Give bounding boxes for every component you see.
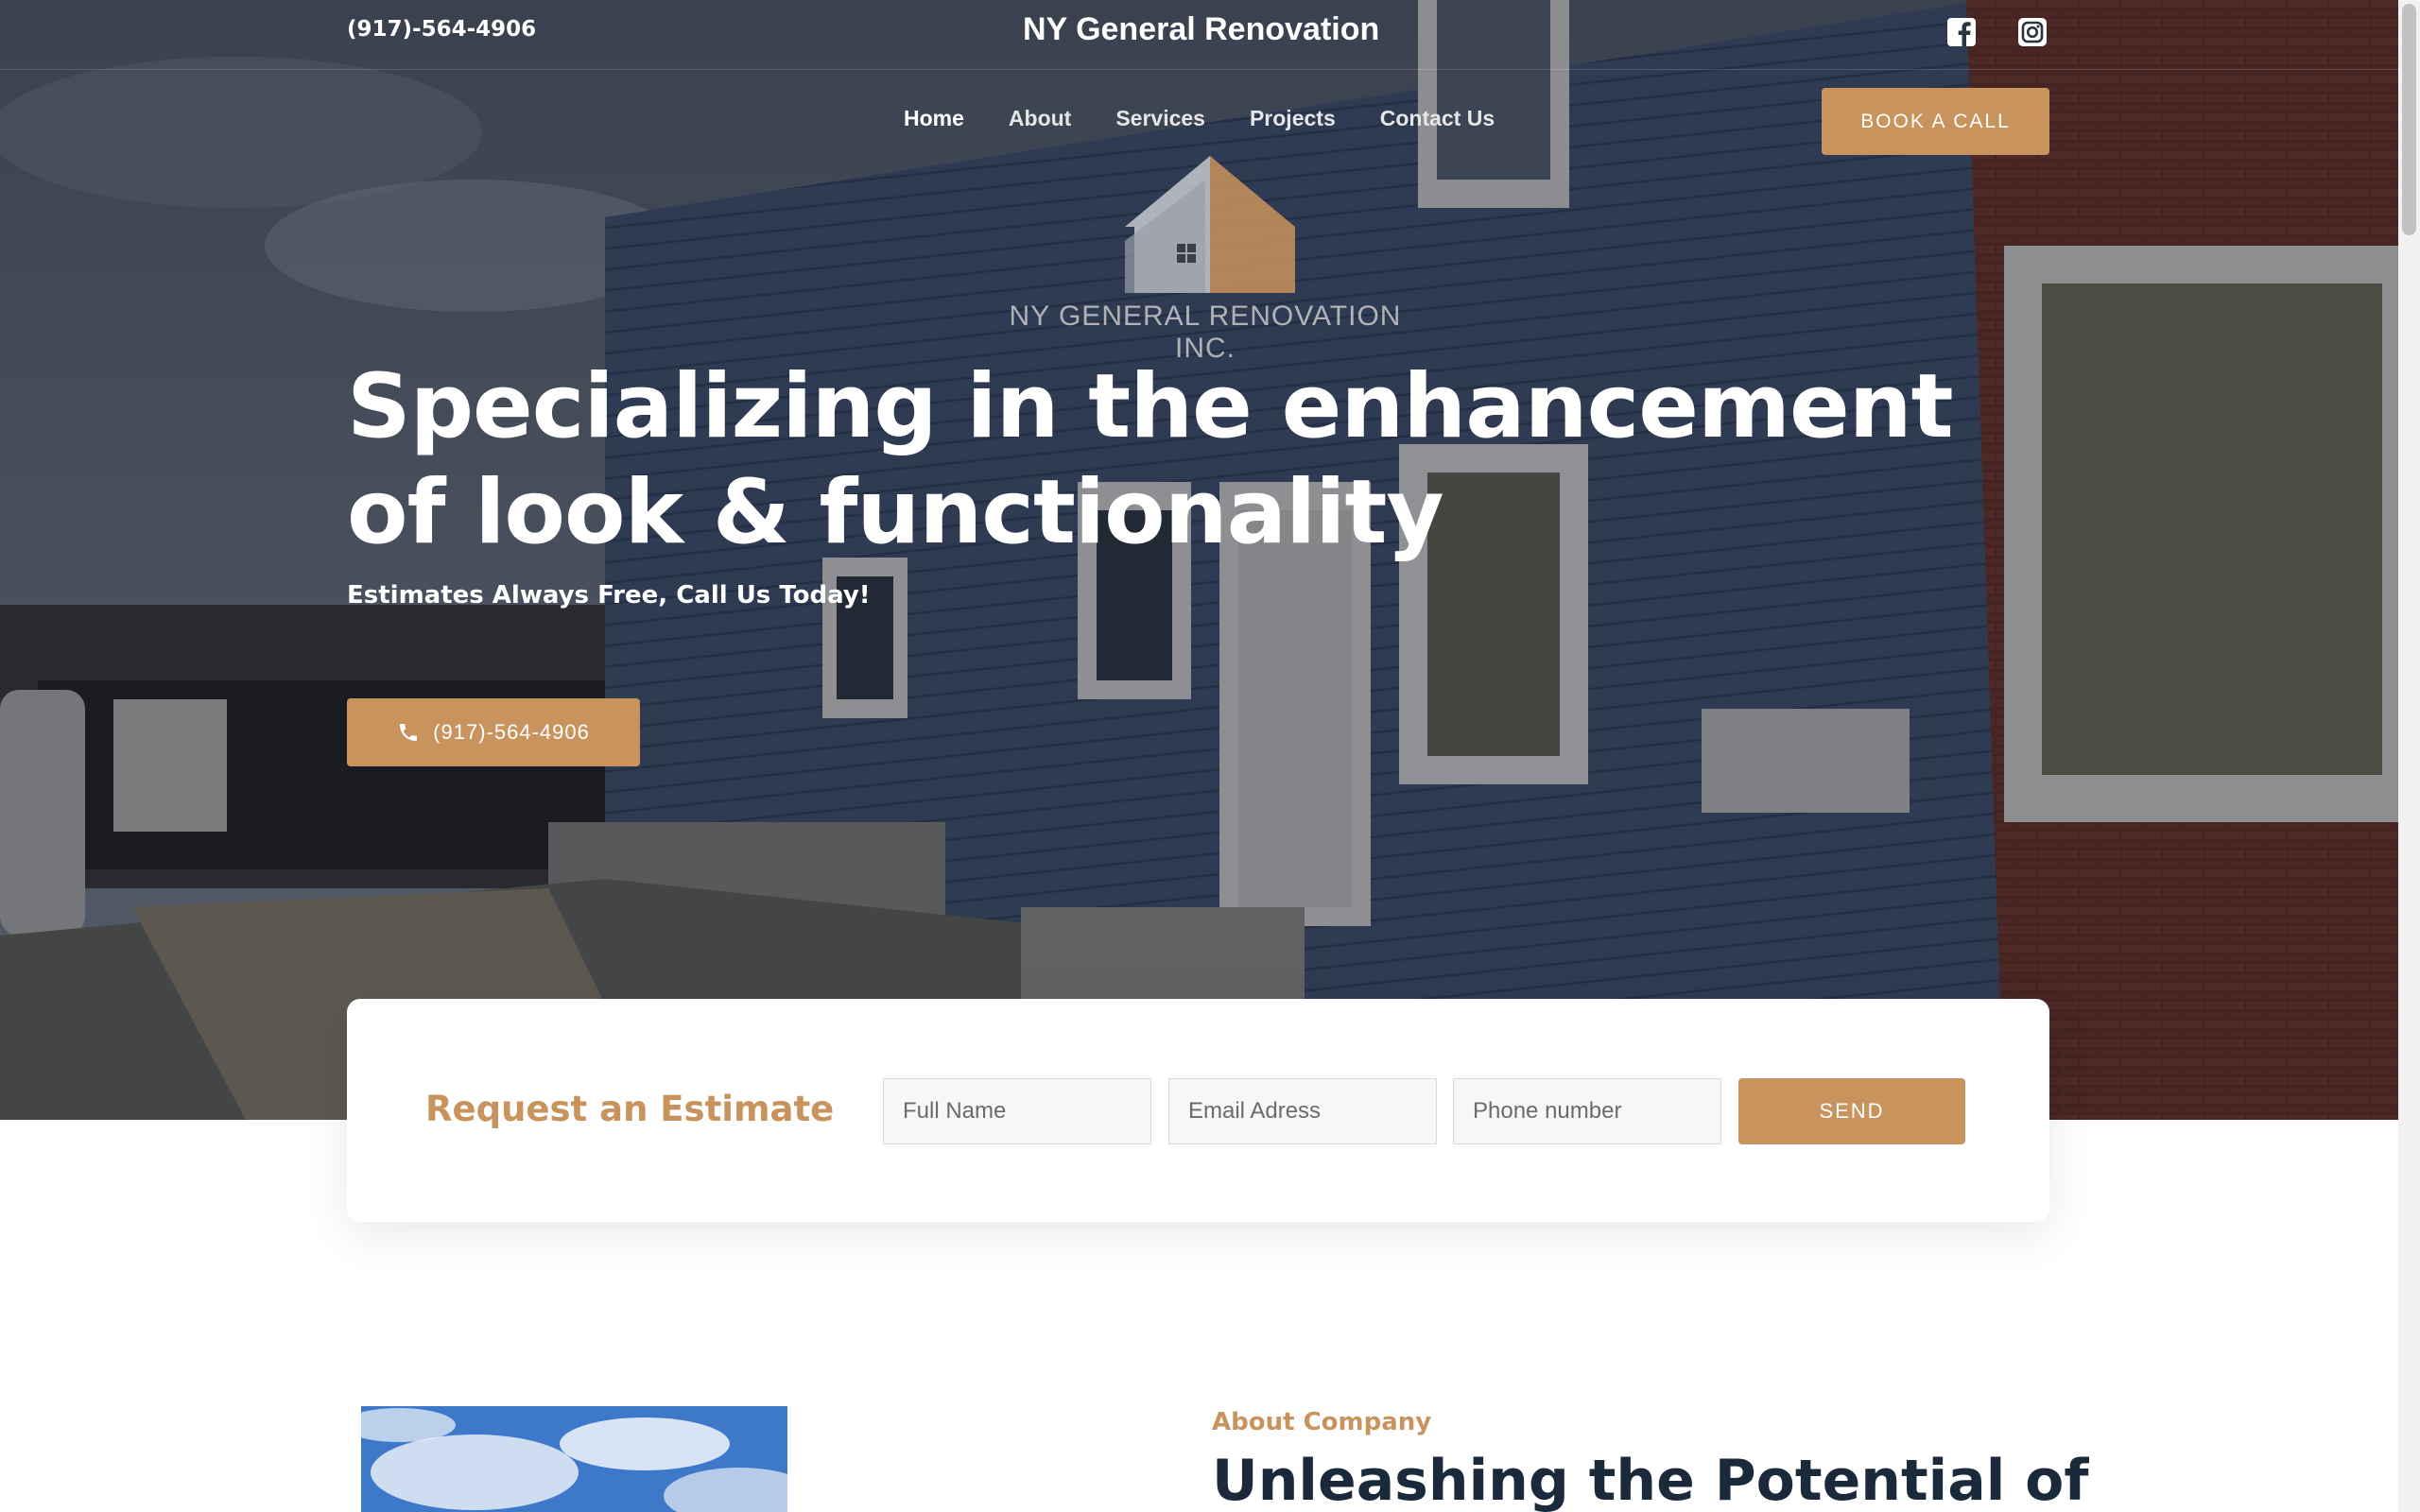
nav-item-about[interactable]: About (1009, 106, 1071, 131)
full-name-input[interactable] (883, 1078, 1151, 1144)
about-kicker: About Company (1212, 1408, 1432, 1436)
site-title[interactable]: NY General Renovation (1023, 11, 1379, 48)
hero-section: (917)-564-4906 NY General Renovation Hom… (0, 0, 2398, 1120)
instagram-icon[interactable] (2016, 16, 2048, 48)
scrollbar-thumb[interactable] (2402, 4, 2416, 235)
company-logo: NY GENERAL RENOVATION INC. (983, 151, 1427, 364)
estimate-title: Request an Estimate (425, 1089, 835, 1129)
phone-icon (400, 724, 418, 741)
phone-input[interactable] (1453, 1078, 1721, 1144)
nav-item-services[interactable]: Services (1115, 106, 1205, 131)
facebook-icon[interactable] (1945, 16, 1978, 48)
send-button[interactable]: SEND (1738, 1078, 1965, 1144)
header-phone-link[interactable]: (917)-564-4906 (347, 17, 536, 42)
hero-subhead: Estimates Always Free, Call Us Today! (347, 581, 871, 610)
nav-item-projects[interactable]: Projects (1250, 106, 1336, 131)
email-input[interactable] (1168, 1078, 1437, 1144)
house-logo-icon (1125, 156, 1295, 293)
main-nav: Home About Services Projects Contact Us (904, 106, 1539, 131)
about-image (361, 1406, 787, 1512)
hero-call-label: (917)-564-4906 (433, 720, 590, 744)
top-bar: (917)-564-4906 NY General Renovation (0, 0, 2398, 70)
about-heading: Unleashing the Potential of (1212, 1448, 2089, 1512)
nav-item-contact-us[interactable]: Contact Us (1380, 106, 1495, 131)
nav-item-home[interactable]: Home (904, 106, 964, 131)
hero-call-button[interactable]: (917)-564-4906 (347, 698, 640, 766)
book-a-call-button[interactable]: BOOK A CALL (1822, 88, 2049, 155)
hero-headline: Specializing in the enhancement of look … (347, 355, 1954, 564)
estimate-form-card: Request an Estimate SEND (347, 999, 2049, 1222)
page-scrollbar[interactable] (2398, 0, 2420, 1512)
